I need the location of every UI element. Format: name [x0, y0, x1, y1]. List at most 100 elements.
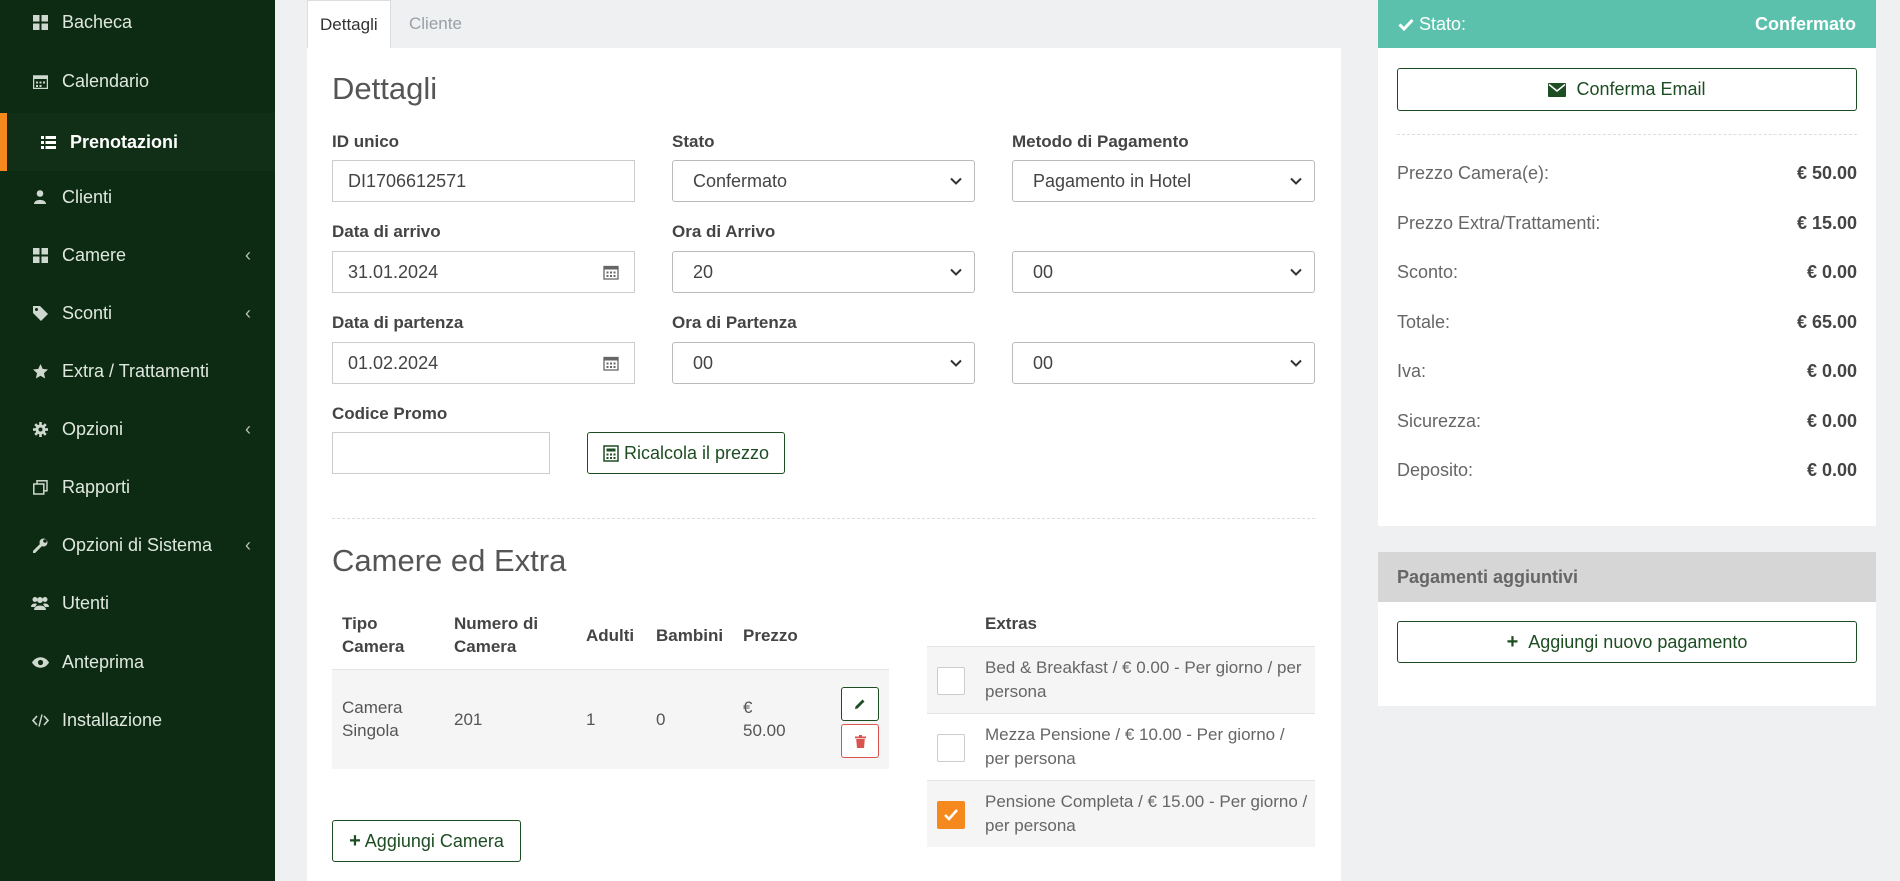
edit-room-button[interactable] [841, 687, 879, 721]
stato-select[interactable]: Confermato [672, 160, 975, 202]
details-title: Dettagli [332, 71, 438, 106]
copy-icon [30, 479, 50, 495]
price-label-deposit: Deposito: [1397, 460, 1474, 480]
dashboard-icon [30, 14, 50, 30]
sidebar-item-rapporti[interactable]: Rapporti [0, 462, 275, 512]
chevron-left-icon: ‹ [245, 418, 251, 439]
sidebar-item-utenti[interactable]: Utenti [0, 578, 275, 628]
check-icon [944, 809, 958, 821]
delete-room-button[interactable] [841, 724, 879, 758]
departure-hour-select[interactable]: 00 [672, 342, 975, 384]
sidebar-item-label: Opzioni di Sistema [62, 534, 213, 555]
sidebar-item-label: Calendario [62, 70, 150, 91]
arrival-hour-select[interactable]: 20 [672, 251, 975, 293]
extra-option-pensione-completa[interactable]: Pensione Completa / € 15.00 - Per giorno… [927, 780, 1315, 847]
code-icon [30, 713, 50, 727]
add-payment-button[interactable]: + Aggiungi nuovo pagamento [1397, 621, 1857, 663]
departure-calendar-button[interactable] [587, 342, 635, 384]
price-label-discount: Sconto: [1397, 262, 1459, 282]
extra-checkbox[interactable] [937, 734, 965, 762]
tab-cliente[interactable]: Cliente [397, 0, 474, 48]
chevron-down-icon [1290, 177, 1302, 185]
chevron-left-icon: ‹ [245, 302, 251, 323]
confirm-email-label: Conferma Email [1576, 79, 1706, 99]
star-icon [30, 363, 50, 379]
tab-bar: Dettagli Cliente [307, 0, 1341, 48]
room-price-cell: € 50.00 [743, 698, 786, 740]
extra-option-label: Mezza Pensione / € 10.00 - Per giorno / … [985, 725, 1285, 768]
add-room-button[interactable]: + Aggiungi Camera [332, 820, 521, 862]
check-icon [1398, 18, 1414, 31]
add-payment-label: Aggiungi nuovo pagamento [1528, 631, 1748, 652]
extra-checkbox[interactable] [937, 667, 965, 695]
calendar-icon [602, 265, 619, 280]
payment-select-value: Pagamento in Hotel [1033, 170, 1192, 191]
sidebar-item-clienti[interactable]: Clienti [0, 172, 275, 222]
tab-dettagli[interactable]: Dettagli [307, 0, 391, 48]
arrival-calendar-button[interactable] [587, 251, 635, 293]
arrival-date-label: Data di arrivo [332, 222, 441, 241]
extra-option-mezza-pensione[interactable]: Mezza Pensione / € 10.00 - Per giorno / … [927, 713, 1315, 780]
sidebar-item-opzioni[interactable]: Opzioni ‹ [0, 404, 275, 454]
room-number-cell: 201 [454, 710, 483, 729]
promo-input[interactable] [332, 432, 550, 474]
departure-minute-select[interactable]: 00 [1012, 342, 1315, 384]
price-label-security: Sicurezza: [1397, 411, 1482, 431]
col-header-type: Tipo Camera [342, 614, 405, 656]
users-icon [30, 596, 50, 610]
sidebar-item-bacheca[interactable]: Bacheca [0, 0, 275, 47]
room-adults-cell: 1 [586, 710, 596, 729]
sidebar-item-label: Rapporti [62, 476, 131, 497]
chevron-down-icon [950, 268, 962, 276]
user-icon [30, 190, 50, 204]
stato-label: Stato [672, 132, 715, 151]
plus-icon: + [349, 829, 361, 852]
price-value-vat: € 0.00 [1806, 361, 1857, 381]
status-header: Stato: Confermato [1378, 0, 1876, 48]
id-label: ID unico [332, 132, 400, 151]
calculator-icon [603, 444, 619, 462]
plus-icon: + [1506, 630, 1519, 653]
extra-checkbox[interactable] [937, 801, 965, 829]
chevron-down-icon [950, 177, 962, 185]
sidebar-item-label: Sconti [62, 302, 113, 323]
payments-header: Pagamenti aggiuntivi [1378, 552, 1876, 602]
departure-time-label: Ora di Partenza [672, 313, 797, 332]
price-label-total: Totale: [1397, 312, 1451, 332]
sidebar-item-extra-trattamenti[interactable]: Extra / Trattamenti [0, 346, 275, 396]
col-header-adults: Adulti [586, 626, 635, 645]
departure-date-input[interactable]: 01.02.2024 [332, 342, 588, 384]
sidebar-item-opzioni-di-sistema[interactable]: Opzioni di Sistema ‹ [0, 520, 275, 570]
price-value-security: € 0.00 [1806, 411, 1857, 431]
pencil-icon [855, 699, 865, 709]
sidebar-item-label: Camere [62, 244, 127, 265]
sidebar-item-sconti[interactable]: Sconti ‹ [0, 288, 275, 338]
sidebar-item-camere[interactable]: Camere ‹ [0, 230, 275, 280]
recalculate-price-button[interactable]: Ricalcola il prezzo [587, 432, 785, 474]
extra-option-bed-breakfast[interactable]: Bed & Breakfast / € 0.00 - Per giorno / … [927, 646, 1315, 713]
sidebar-item-installazione[interactable]: Installazione [0, 695, 275, 745]
gear-icon [30, 421, 50, 437]
arrival-date-input[interactable]: 31.01.2024 [332, 251, 588, 293]
arrival-minute-select[interactable]: 00 [1012, 251, 1315, 293]
promo-label: Codice Promo [332, 404, 448, 423]
payment-select[interactable]: Pagamento in Hotel [1012, 160, 1315, 202]
sidebar-item-anteprima[interactable]: Anteprima [0, 637, 275, 687]
list-icon [38, 135, 58, 149]
col-header-price: Prezzo [743, 626, 798, 645]
departure-date-label: Data di partenza [332, 313, 464, 332]
sidebar-item-label: Extra / Trattamenti [62, 360, 210, 381]
sidebar-item-calendario[interactable]: Calendario [0, 56, 275, 106]
id-input[interactable]: DI1706612571 [332, 160, 635, 202]
confirm-email-button[interactable]: Conferma Email [1397, 68, 1857, 111]
status-label: Stato: [1419, 13, 1467, 34]
eye-icon [30, 656, 50, 668]
rooms-title: Camere ed Extra [332, 543, 567, 578]
status-value: Confermato [1754, 13, 1856, 34]
envelope-icon [1548, 82, 1567, 97]
sidebar-item-prenotazioni[interactable]: Prenotazioni [0, 113, 275, 171]
sidebar-item-label: Opzioni [62, 418, 124, 439]
summary-divider [1397, 134, 1857, 135]
arrival-minute-value: 00 [1033, 261, 1054, 282]
price-label-extras: Prezzo Extra/Trattamenti: [1397, 213, 1601, 233]
